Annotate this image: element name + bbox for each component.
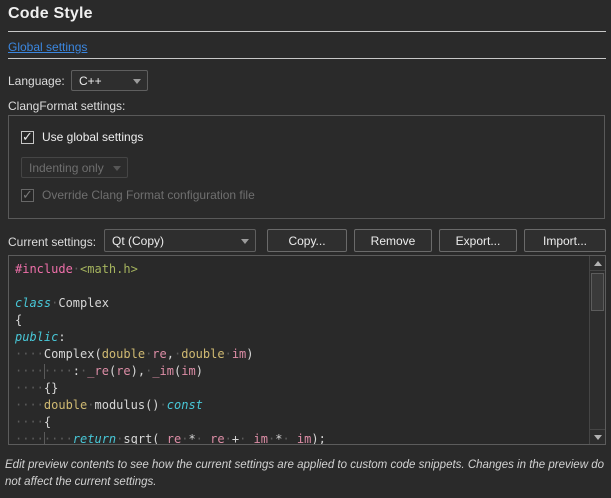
chevron-down-icon (113, 166, 121, 171)
global-settings-link[interactable]: Global settings (8, 40, 87, 54)
current-settings-select[interactable]: Qt (Copy) (104, 229, 256, 252)
code-preview-editor[interactable]: #include·<math.h>class·Complex{public:··… (8, 255, 606, 445)
scrollbar-thumb[interactable] (591, 273, 604, 311)
language-select-value: C++ (79, 74, 102, 88)
link-separator (8, 58, 606, 59)
triangle-down-icon (594, 435, 602, 440)
chevron-down-icon (241, 239, 249, 244)
current-settings-label: Current settings: (8, 235, 96, 249)
triangle-up-icon (594, 261, 602, 266)
clangformat-label: ClangFormat settings: (8, 99, 125, 113)
vertical-scrollbar[interactable] (589, 256, 605, 444)
indenting-mode-value: Indenting only (29, 161, 104, 175)
language-select[interactable]: C++ (71, 70, 148, 91)
use-global-settings-label: Use global settings (42, 130, 143, 144)
remove-button[interactable]: Remove (354, 229, 432, 252)
import-button[interactable]: Import... (524, 229, 606, 252)
override-clang-format-checkbox[interactable]: ✓ Override Clang Format configuration fi… (21, 188, 255, 202)
override-clang-format-label: Override Clang Format configuration file (42, 188, 255, 202)
use-global-settings-checkbox[interactable]: ✓ Use global settings (21, 130, 143, 144)
footer-note: Edit preview contents to see how the cur… (5, 457, 607, 490)
chevron-down-icon (133, 79, 141, 84)
export-button[interactable]: Export... (439, 229, 517, 252)
copy-button[interactable]: Copy... (267, 229, 347, 252)
checkmark-icon: ✓ (22, 129, 33, 145)
code-content[interactable]: #include·<math.h>class·Complex{public:··… (15, 261, 588, 444)
scroll-down-button[interactable] (590, 429, 605, 444)
title-separator (8, 31, 606, 32)
current-settings-value: Qt (Copy) (112, 234, 164, 248)
page-title: Code Style (8, 5, 93, 23)
checkmark-icon: ✓ (22, 187, 33, 203)
scroll-up-button[interactable] (590, 256, 605, 271)
indenting-mode-select[interactable]: Indenting only (21, 157, 128, 178)
checkbox-icon: ✓ (21, 131, 34, 144)
checkbox-icon: ✓ (21, 189, 34, 202)
language-label: Language: (8, 74, 65, 88)
